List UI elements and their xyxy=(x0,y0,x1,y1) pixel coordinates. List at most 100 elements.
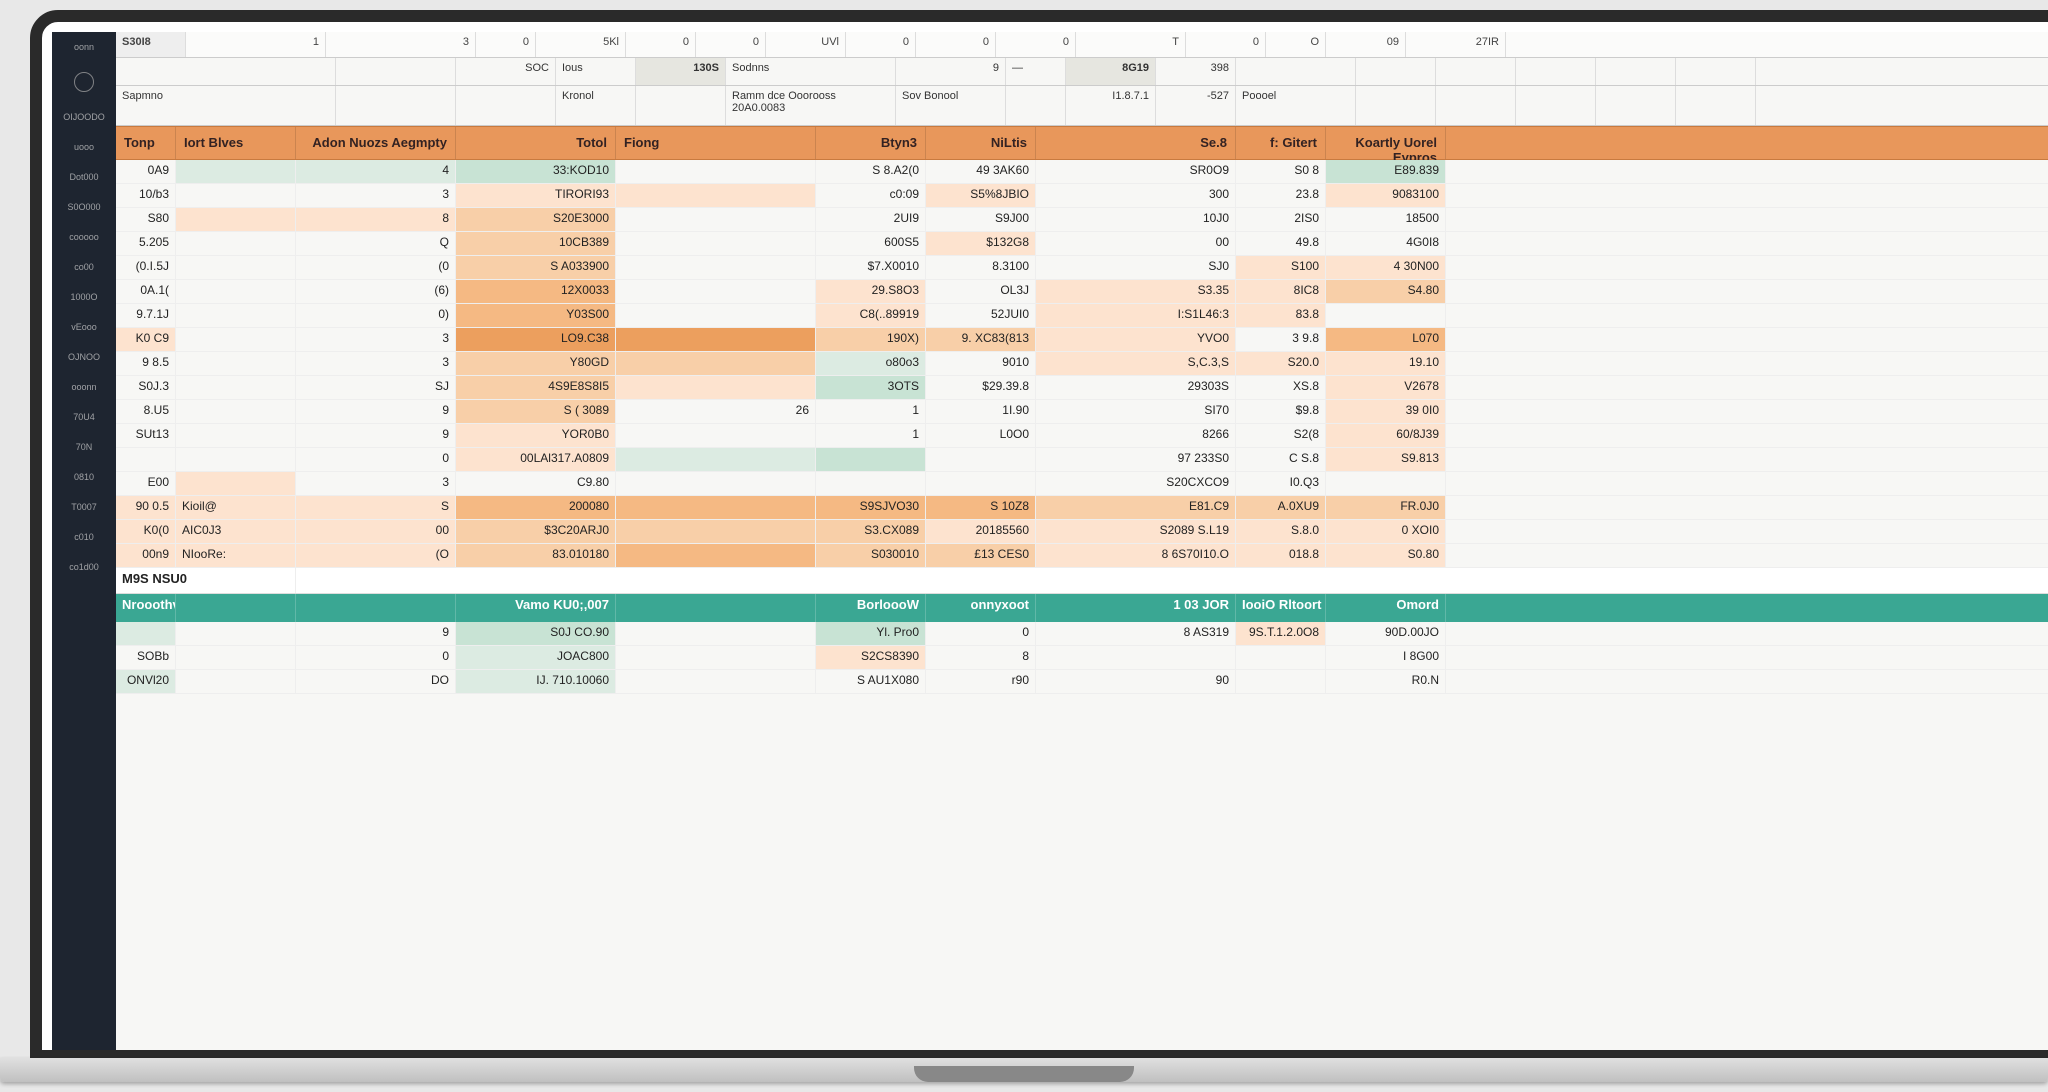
cell[interactable]: SJ0 xyxy=(1036,256,1236,279)
info-cell[interactable]: Poooel xyxy=(1236,86,1356,125)
cell[interactable]: S xyxy=(296,496,456,519)
cell[interactable] xyxy=(176,448,296,471)
cell[interactable]: S,C.3,S xyxy=(1036,352,1236,375)
cell[interactable]: L070 xyxy=(1326,328,1446,351)
cell[interactable]: SJ xyxy=(296,376,456,399)
cell[interactable]: 8.3100 xyxy=(926,256,1036,279)
cell[interactable] xyxy=(176,208,296,231)
info-cell[interactable] xyxy=(1356,86,1436,125)
cell[interactable]: 2IS0 xyxy=(1236,208,1326,231)
info-cell[interactable]: Ramm dce Ooorooss 20A0.0083 xyxy=(726,86,896,125)
cell[interactable]: LO9.C38 xyxy=(456,328,616,351)
table-row[interactable]: 9 8.53Y80GDo80o39010S,C.3,SS20.019.10 xyxy=(116,352,2048,376)
cell[interactable]: 600S5 xyxy=(816,232,926,255)
cell[interactable]: 9 xyxy=(296,622,456,645)
info-cell[interactable]: -527 xyxy=(1156,86,1236,125)
info-cell[interactable] xyxy=(456,86,556,125)
cell[interactable]: C9.80 xyxy=(456,472,616,495)
table-row[interactable]: 0A.1((6)12X003329.S8O3OL3JS3.358IC8S4.80 xyxy=(116,280,2048,304)
cell[interactable]: 97 233S0 xyxy=(1036,448,1236,471)
column-header[interactable]: Btyn3 xyxy=(816,127,926,159)
cell[interactable] xyxy=(616,472,816,495)
cell[interactable]: 10J0 xyxy=(1036,208,1236,231)
cell[interactable]: £13 CES0 xyxy=(926,544,1036,567)
cell[interactable]: L0O0 xyxy=(926,424,1036,447)
cell[interactable] xyxy=(1326,304,1446,327)
cell[interactable]: Y80GD xyxy=(456,352,616,375)
table-row[interactable]: S808S20E30002UI9S9J0010J02IS018500 xyxy=(116,208,2048,232)
cell[interactable] xyxy=(616,208,816,231)
cell[interactable]: YVO0 xyxy=(1036,328,1236,351)
cell[interactable]: 3 xyxy=(296,352,456,375)
cell[interactable] xyxy=(176,184,296,207)
cell[interactable]: 8IC8 xyxy=(1236,280,1326,303)
cell[interactable]: 3 xyxy=(296,472,456,495)
cell[interactable]: 3 xyxy=(296,184,456,207)
cell[interactable]: 9 8.5 xyxy=(116,352,176,375)
table-row[interactable]: E003C9.80S20CXCO9I0.Q3 xyxy=(116,472,2048,496)
info-cell[interactable] xyxy=(1436,58,1516,85)
ruler-cell[interactable]: T xyxy=(1076,32,1186,57)
cell[interactable]: E81.C9 xyxy=(1036,496,1236,519)
cell[interactable]: (O xyxy=(296,544,456,567)
cell[interactable] xyxy=(616,256,816,279)
ruler-cell[interactable]: 0 xyxy=(626,32,696,57)
cell[interactable]: Kioil@ xyxy=(176,496,296,519)
cell[interactable]: 3 9.8 xyxy=(1236,328,1326,351)
cell[interactable]: SUt13 xyxy=(116,424,176,447)
column-header[interactable]: Fiong xyxy=(616,127,816,159)
cell[interactable] xyxy=(176,400,296,423)
table-row[interactable]: 0A9433:KOD10S 8.A2(049 3AK60SR0O9S0 8E89… xyxy=(116,160,2048,184)
ruler-cell[interactable]: 0 xyxy=(996,32,1076,57)
cell[interactable]: TIRORI93 xyxy=(456,184,616,207)
sidebar-item[interactable]: co00 xyxy=(52,252,116,282)
cell[interactable]: 8266 xyxy=(1036,424,1236,447)
info-cell[interactable]: Sapmno xyxy=(116,86,336,125)
cell[interactable]: E89.839 xyxy=(1326,160,1446,183)
cell[interactable]: 4 30N00 xyxy=(1326,256,1446,279)
cell[interactable]: 26 xyxy=(616,400,816,423)
cell[interactable] xyxy=(176,160,296,183)
info-cell[interactable] xyxy=(1516,58,1596,85)
table-row[interactable]: 9.7.1J0)Y03S00C8(..8991952JUI0I:S1L46:38… xyxy=(116,304,2048,328)
cell[interactable]: 200080 xyxy=(456,496,616,519)
cell[interactable]: 18500 xyxy=(1326,208,1446,231)
cell[interactable]: S ( 3089 xyxy=(456,400,616,423)
cell[interactable]: 2UI9 xyxy=(816,208,926,231)
table-row[interactable]: 00n9NIooRe:(O83.010180S030010£13 CES08 6… xyxy=(116,544,2048,568)
column-header[interactable]: NiLtis xyxy=(926,127,1036,159)
cell[interactable]: 9S.T.1.2.0O8 xyxy=(1236,622,1326,645)
cell[interactable]: I:S1L46:3 xyxy=(1036,304,1236,327)
cell[interactable]: Yl. Pro0 xyxy=(816,622,926,645)
cell[interactable]: 52JUI0 xyxy=(926,304,1036,327)
cell[interactable]: A.0XU9 xyxy=(1236,496,1326,519)
cell[interactable]: 9.7.1J xyxy=(116,304,176,327)
cell[interactable]: 9 xyxy=(296,400,456,423)
cell[interactable]: Q xyxy=(296,232,456,255)
sidebar-icon[interactable] xyxy=(52,62,116,102)
cell[interactable]: S030010 xyxy=(816,544,926,567)
cell[interactable]: 4S9E8S8I5 xyxy=(456,376,616,399)
cell[interactable]: 10CB389 xyxy=(456,232,616,255)
cell[interactable] xyxy=(616,520,816,543)
sidebar-item[interactable]: ooonn xyxy=(52,372,116,402)
sidebar-item[interactable]: 0810 xyxy=(52,462,116,492)
cell[interactable]: 5.205 xyxy=(116,232,176,255)
cell[interactable]: S0J CO.90 xyxy=(456,622,616,645)
data-grid[interactable]: 0A9433:KOD10S 8.A2(049 3AK60SR0O9S0 8E89… xyxy=(116,160,2048,1050)
ruler-cell[interactable]: 27IR xyxy=(1406,32,1506,57)
ruler-cell[interactable]: 0 xyxy=(1186,32,1266,57)
cell[interactable]: 9083100 xyxy=(1326,184,1446,207)
ruler-cell[interactable]: 5Kl xyxy=(536,32,626,57)
cell[interactable]: 83.8 xyxy=(1236,304,1326,327)
cell[interactable]: S A033900 xyxy=(456,256,616,279)
sidebar-item[interactable]: OJNOO xyxy=(52,342,116,372)
ruler-cell[interactable]: 0 xyxy=(846,32,916,57)
cell[interactable]: 018.8 xyxy=(1236,544,1326,567)
cell[interactable] xyxy=(176,670,296,693)
info-cell[interactable]: — xyxy=(1006,58,1066,85)
cell[interactable] xyxy=(816,448,926,471)
cell[interactable]: S2089 S.L19 xyxy=(1036,520,1236,543)
cell[interactable]: JOAC800 xyxy=(456,646,616,669)
cell[interactable] xyxy=(1236,646,1326,669)
